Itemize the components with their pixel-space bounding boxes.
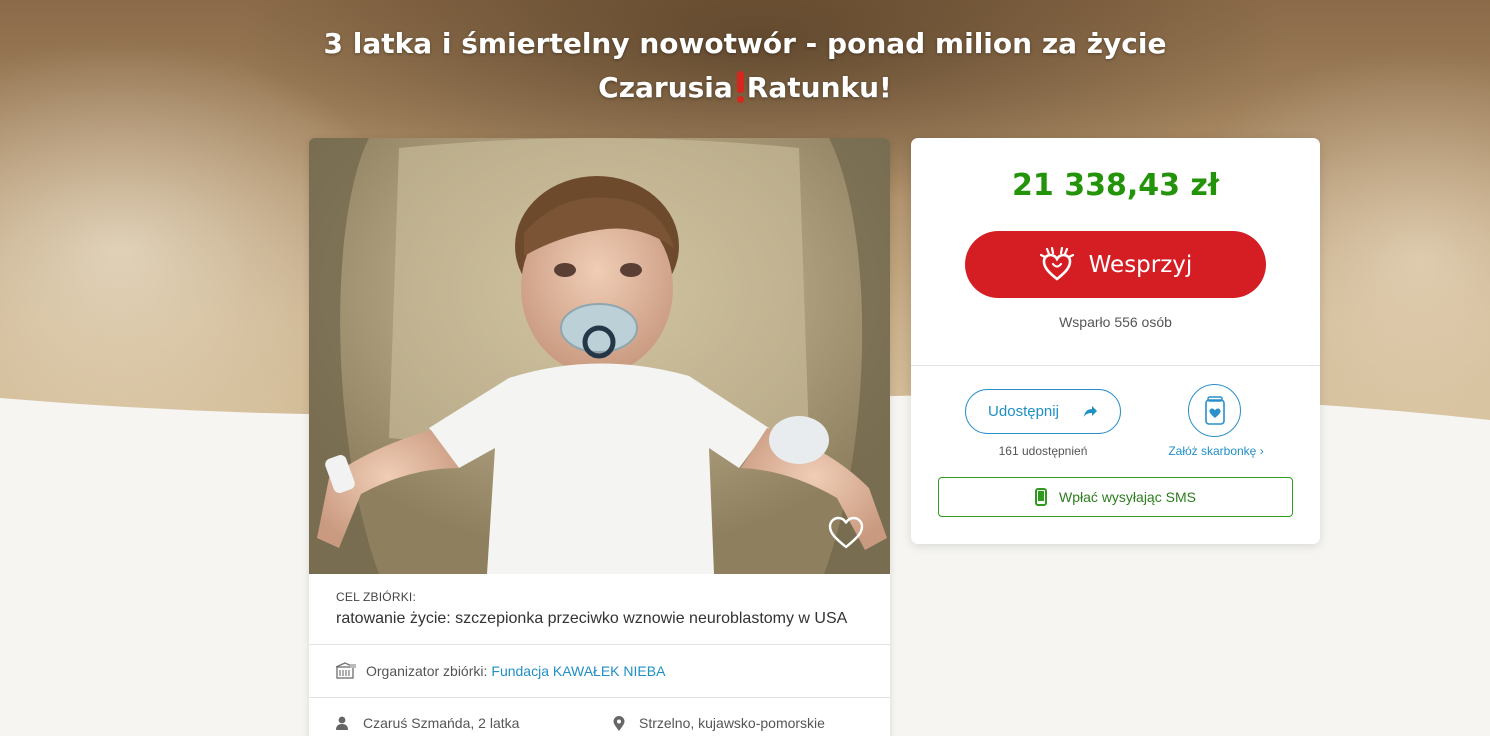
favorite-heart-icon xyxy=(828,516,864,549)
goal-text: ratowanie życie: szczepionka przeciwko w… xyxy=(336,610,848,627)
organizer-link[interactable]: Fundacja KAWAŁEK NIEBA xyxy=(491,663,665,679)
location: Strzelno, kujawsko-pomorskie xyxy=(613,715,825,731)
page-title-line2a: Czarusia xyxy=(598,71,733,104)
piggy-bank-button[interactable] xyxy=(1188,384,1241,437)
beneficiary: Czaruś Szmańda, 2 latka xyxy=(335,715,613,731)
amount-raised: 21 338,43 zł xyxy=(1012,168,1219,203)
piggy-jar-icon xyxy=(1204,395,1225,425)
share-button-label: Udostępnij xyxy=(988,403,1059,420)
organizer-row: Organizator zbiórki: Fundacja KAWAŁEK NI… xyxy=(309,645,890,698)
person-icon xyxy=(336,716,348,730)
child-photo-illustration xyxy=(309,138,890,574)
sms-donate-button[interactable]: Wpłać wysyłając SMS xyxy=(938,477,1293,517)
supporters-count: Wsparło 556 osób xyxy=(1059,314,1172,330)
heart-hand-icon xyxy=(1039,246,1074,281)
beneficiary-text: Czaruś Szmańda, 2 latka xyxy=(363,715,520,731)
donate-button-label: Wesprzyj xyxy=(1088,251,1193,278)
fundraiser-card: CEL ZBIÓRKI: ratowanie życie: szczepionk… xyxy=(309,138,890,736)
meta-row: Czaruś Szmańda, 2 latka Strzelno, kujaws… xyxy=(309,698,890,736)
page-title-line2b: Ratunku! xyxy=(746,71,892,104)
organizer-label: Organizator zbiórki: xyxy=(366,663,488,679)
goal-label: CEL ZBIÓRKI: xyxy=(336,590,416,604)
phone-icon xyxy=(1035,488,1048,506)
location-pin-icon xyxy=(613,715,625,731)
organizer-icon xyxy=(335,662,356,679)
divider xyxy=(911,365,1320,366)
page-title-line1: 3 latka i śmiertelny nowotwór - ponad mi… xyxy=(323,27,1167,60)
fundraiser-photo xyxy=(309,138,890,574)
goal-section: CEL ZBIÓRKI: ratowanie życie: szczepionk… xyxy=(309,574,890,645)
piggy-bank-link[interactable]: Załóż skarbonkę › xyxy=(1161,444,1271,458)
donation-card: 21 338,43 zł Wesprzyj Wsparło 556 osób U… xyxy=(911,138,1320,544)
share-button[interactable]: Udostępnij xyxy=(965,389,1121,434)
favorite-button[interactable] xyxy=(827,516,865,550)
exclamation-icon xyxy=(735,69,745,103)
share-count: 161 udostępnień xyxy=(998,444,1088,458)
sms-button-label: Wpłać wysyłając SMS xyxy=(1059,489,1196,505)
share-arrow-icon xyxy=(1083,406,1097,417)
donate-button[interactable]: Wesprzyj xyxy=(965,231,1266,298)
location-text: Strzelno, kujawsko-pomorskie xyxy=(639,715,825,731)
page-title: 3 latka i śmiertelny nowotwór - ponad mi… xyxy=(300,22,1190,110)
